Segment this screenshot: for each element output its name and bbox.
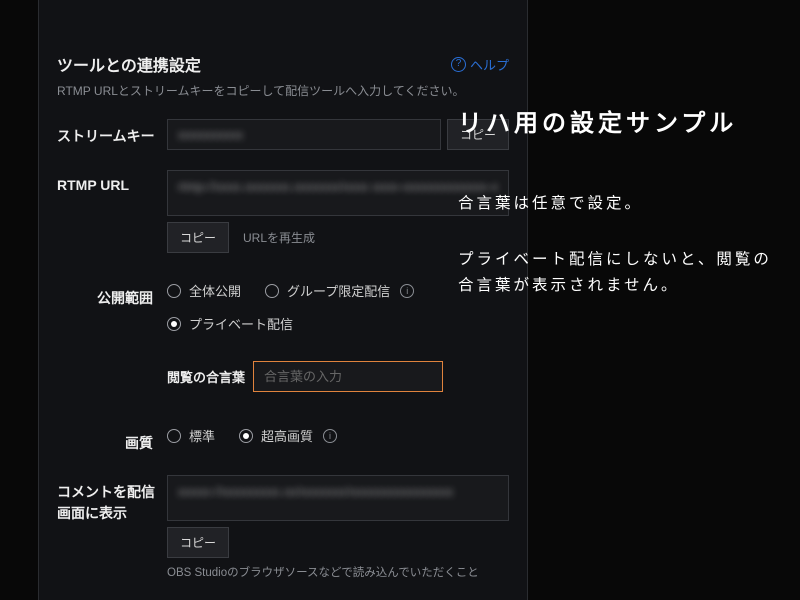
quality-label: 画質 xyxy=(57,426,167,453)
section-title: ツールとの連携設定 xyxy=(57,52,201,76)
radio-dot-icon xyxy=(265,284,279,298)
regenerate-url-link[interactable]: URLを再生成 xyxy=(235,222,315,253)
quality-ultra-label: 超高画質 xyxy=(261,426,313,445)
help-link[interactable]: ? ヘルプ xyxy=(451,55,509,74)
visibility-private-label: プライベート配信 xyxy=(189,314,293,333)
copy-comment-url-button[interactable]: コピー xyxy=(167,527,229,558)
visibility-radio-private[interactable]: プライベート配信 xyxy=(167,314,293,333)
help-icon: ? xyxy=(451,57,466,72)
comment-overlay-footnote: OBS Studioのブラウザソースなどで読み込んでいただくこと xyxy=(167,564,509,580)
copy-stream-key-button[interactable]: コピー xyxy=(447,119,509,150)
quality-standard-label: 標準 xyxy=(189,426,215,445)
visibility-group-label: グループ限定配信 xyxy=(287,281,390,300)
stream-key-label: ストリームキー xyxy=(57,119,167,146)
radio-dot-icon xyxy=(167,429,181,443)
radio-dot-icon xyxy=(239,429,253,443)
quality-radio-ultra[interactable]: 超高画質 i xyxy=(239,426,337,445)
rtmp-url-field[interactable]: rtmp://xxxx.xxxxxxx.xxxxxxx/xxxx xxxx-xx… xyxy=(167,170,509,216)
comment-overlay-label: コメントを配信画面に表示 xyxy=(57,475,167,524)
copy-rtmp-url-button[interactable]: コピー xyxy=(167,222,229,253)
visibility-public-label: 全体公開 xyxy=(189,281,241,300)
quality-radio-standard[interactable]: 標準 xyxy=(167,426,215,445)
radio-dot-icon xyxy=(167,317,181,331)
section-description: RTMP URLとストリームキーをコピーして配信ツールへ入力してください。 xyxy=(57,82,509,99)
visibility-label: 公開範囲 xyxy=(57,281,167,308)
help-label: ヘルプ xyxy=(470,55,509,74)
info-icon[interactable]: i xyxy=(400,284,414,298)
password-input[interactable] xyxy=(253,361,443,392)
comment-overlay-url-field[interactable]: xxxxx://xxxxxxxxx.xx/xxxxxxx/xxxxxxxxxxx… xyxy=(167,475,509,521)
visibility-radio-group[interactable]: グループ限定配信 i xyxy=(265,281,414,300)
password-label: 閲覧の合言葉 xyxy=(167,367,245,386)
radio-dot-icon xyxy=(167,284,181,298)
stream-key-field[interactable]: xxxxxxxxxx xyxy=(167,119,441,150)
visibility-radio-public[interactable]: 全体公開 xyxy=(167,281,241,300)
info-icon[interactable]: i xyxy=(323,429,337,443)
rtmp-url-label: RTMP URL xyxy=(57,170,167,193)
